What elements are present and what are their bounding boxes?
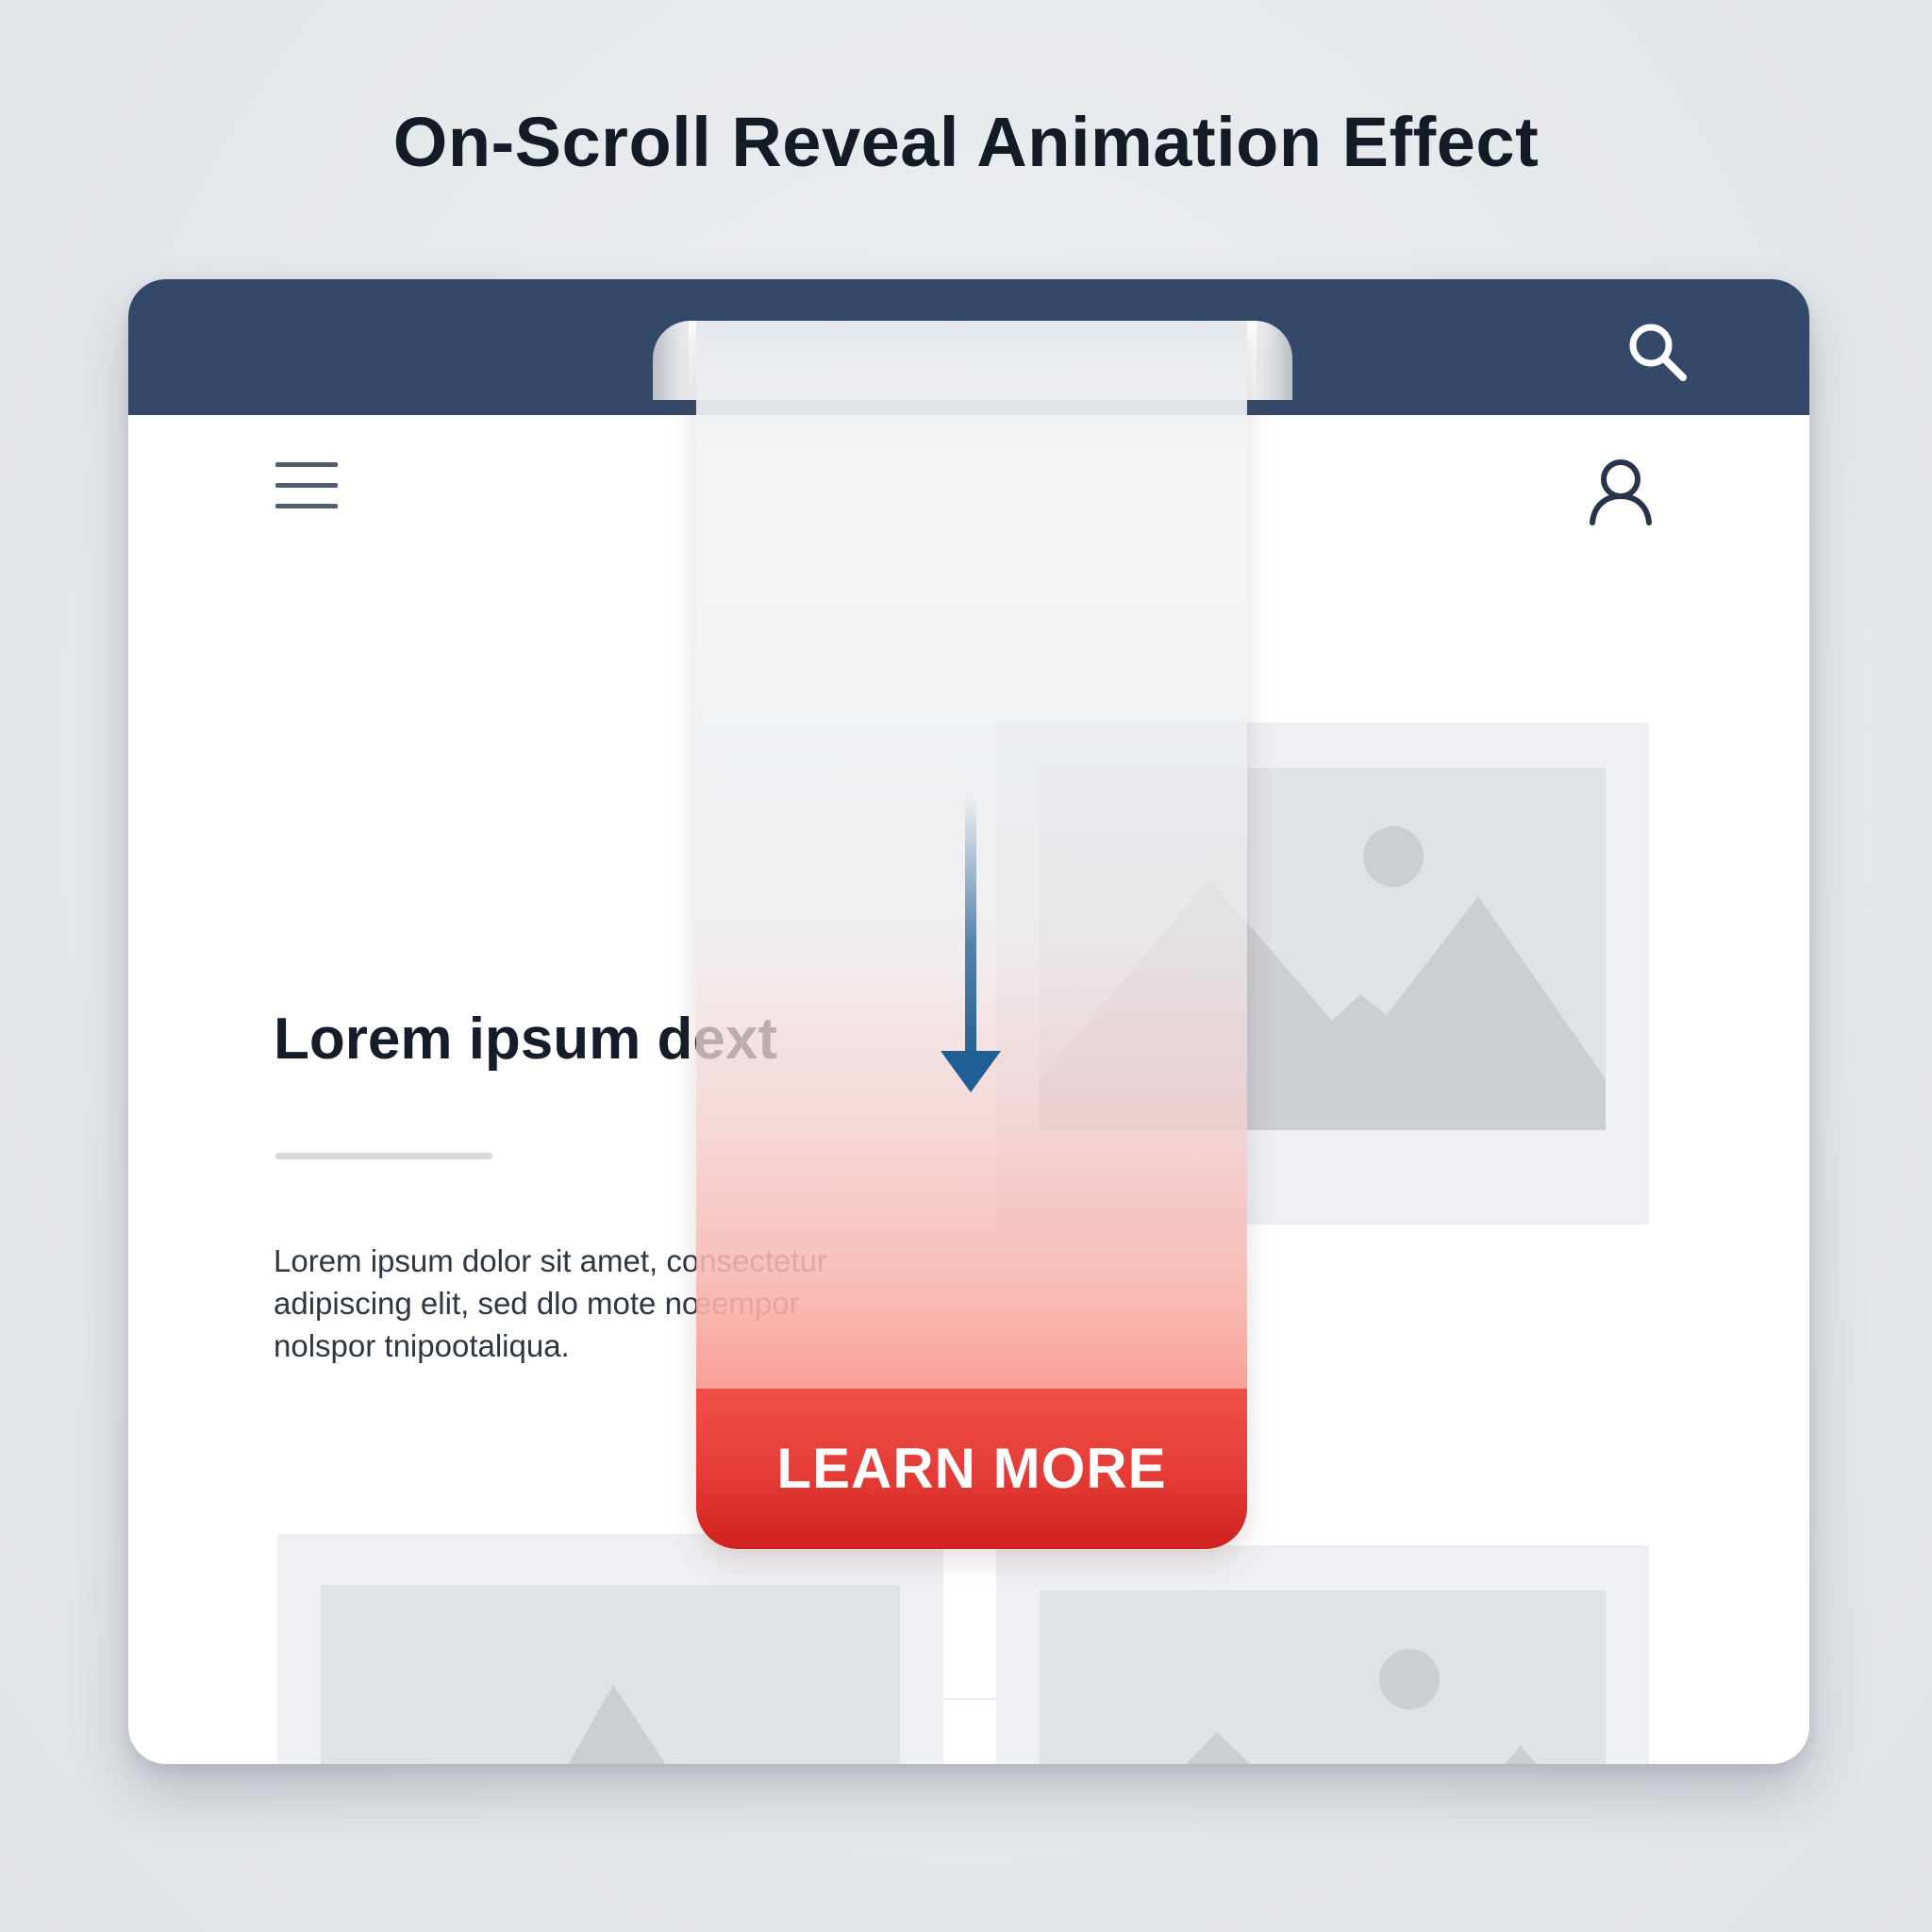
ribbon-shade <box>696 321 1247 462</box>
page-title: On-Scroll Reveal Animation Effect <box>392 103 1540 181</box>
image-placeholder <box>996 1545 1649 1764</box>
image-placeholder <box>277 1534 943 1764</box>
heading-underline <box>275 1153 492 1159</box>
image-placeholder-icon <box>1186 1649 1537 1764</box>
image-placeholder-icon <box>568 1685 666 1764</box>
search-icon[interactable] <box>1624 319 1690 385</box>
hamburger-menu-icon[interactable] <box>275 460 340 513</box>
canvas: On-Scroll Reveal Animation Effect Lorem … <box>0 0 1932 1932</box>
browser-window: Lorem ipsum dext Lorem ipsum dolor sit a… <box>128 279 1809 1764</box>
user-icon[interactable] <box>1587 455 1655 526</box>
learn-more-button[interactable]: LEARN MORE <box>696 1389 1247 1549</box>
scroll-down-arrow-icon <box>941 796 1001 1092</box>
